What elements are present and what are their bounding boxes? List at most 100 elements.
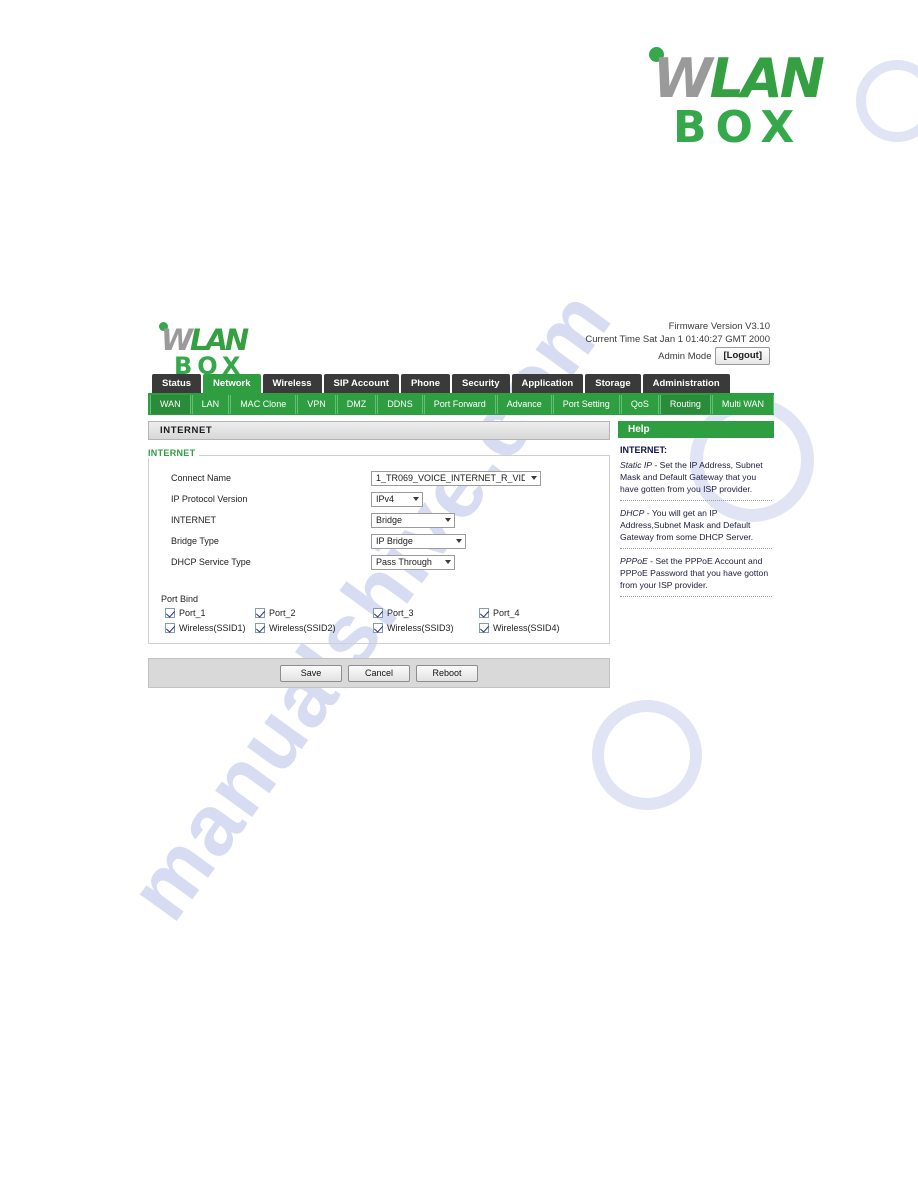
port-bind-checkbox-port_1[interactable]: Port_1: [165, 608, 255, 618]
help-static-ip: Static IP - Set the IP Address, Subnet M…: [620, 459, 772, 495]
checkbox-icon[interactable]: [165, 608, 175, 618]
form-row-bridge-type: Bridge Type IP Bridge: [159, 531, 599, 551]
port-bind-checkbox-port_4[interactable]: Port_4: [479, 608, 589, 618]
internet-label: INTERNET: [171, 515, 216, 525]
logo-wlan-text: WLAN: [161, 323, 249, 357]
firmware-version: Firmware Version V3.10: [668, 321, 770, 332]
checkbox-icon[interactable]: [165, 623, 175, 633]
checkbox-icon[interactable]: [479, 608, 489, 618]
port-bind-checkbox-wirelessssid2[interactable]: Wireless(SSID2): [255, 623, 373, 633]
action-button-bar: Save Cancel Reboot: [148, 658, 610, 688]
panel-title: INTERNET: [148, 421, 610, 440]
internet-value: Bridge: [376, 515, 403, 525]
subtab-advance[interactable]: Advance: [496, 394, 552, 414]
internet-fieldset: Connect Name 1_TR069_VOICE_INTERNET_R_VI…: [148, 455, 610, 644]
form-row-internet: INTERNET Bridge: [159, 510, 599, 530]
help-body: INTERNET: Static IP - Set the IP Address…: [618, 438, 774, 597]
subtab-lan[interactable]: LAN: [191, 394, 230, 414]
help-dhcp-term: DHCP: [620, 508, 645, 518]
sub-tab-bar: WAN LAN MAC Clone VPN DMZ DDNS Port Forward Adv…: [148, 393, 775, 415]
port-bind-label: Wireless(SSID3): [387, 623, 454, 633]
help-pppoe: PPPoE - Set the PPPoE Account and PPPoE …: [620, 555, 772, 591]
help-dhcp: DHCP - You will get an IP Address,Subnet…: [620, 507, 772, 543]
port-bind-checkbox-wirelessssid4[interactable]: Wireless(SSID4): [479, 623, 589, 633]
cancel-button[interactable]: Cancel: [348, 664, 410, 682]
ui-body: INTERNET INTERNET Connect Name 1_TR069_V…: [148, 415, 774, 688]
subtab-wan[interactable]: WAN: [150, 394, 191, 414]
port-bind-label: Wireless(SSID4): [493, 623, 560, 633]
reboot-button[interactable]: Reboot: [416, 664, 478, 682]
help-title: Help: [618, 421, 774, 438]
checkbox-icon[interactable]: [479, 623, 489, 633]
port-bind-label: Port_1: [179, 608, 206, 618]
form-row-connect-name: Connect Name 1_TR069_VOICE_INTERNET_R_VI…: [159, 468, 599, 488]
help-pppoe-term: PPPoE: [620, 556, 648, 566]
logo-box-text: BOX: [174, 352, 246, 380]
port-bind-label: Port_3: [387, 608, 414, 618]
help-divider: [620, 500, 772, 501]
subtab-port-forward[interactable]: Port Forward: [423, 394, 496, 414]
help-divider: [620, 548, 772, 549]
port-bind-checkbox-wirelessssid3[interactable]: Wireless(SSID3): [373, 623, 479, 633]
checkbox-icon[interactable]: [373, 623, 383, 633]
current-time: Current Time Sat Jan 1 01:40:27 GMT 2000: [585, 334, 770, 345]
admin-mode-row: Admin Mode [Logout]: [585, 347, 770, 365]
checkbox-icon[interactable]: [255, 608, 265, 618]
tab-wireless[interactable]: Wireless: [262, 374, 322, 393]
port-bind-checkbox-port_3[interactable]: Port_3: [373, 608, 479, 618]
connect-name-select[interactable]: 1_TR069_VOICE_INTERNET_R_VID_: [371, 470, 541, 486]
subtab-mac-clone[interactable]: MAC Clone: [230, 394, 297, 414]
subtab-multi-wan[interactable]: Multi WAN: [711, 394, 775, 414]
form-row-dhcp-service-type: DHCP Service Type Pass Through: [159, 552, 599, 572]
checkbox-icon[interactable]: [255, 623, 265, 633]
port-bind-label: Port_2: [269, 608, 296, 618]
ip-protocol-version-label: IP Protocol Version: [171, 494, 248, 504]
tab-sip-account[interactable]: SIP Account: [323, 374, 399, 393]
router-admin-ui: WLAN BOX Firmware Version V3.10 Current …: [148, 312, 775, 688]
watermark-ring: [592, 700, 702, 810]
admin-mode-label: Admin Mode: [658, 350, 712, 362]
chevron-down-icon: [531, 476, 537, 480]
page-logo: WLAN BOX: [645, 40, 825, 155]
bridge-type-label: Bridge Type: [171, 536, 219, 546]
form-row-ip-protocol-version: IP Protocol Version IPv4: [159, 489, 599, 509]
subtab-vpn[interactable]: VPN: [297, 394, 336, 414]
logout-button[interactable]: [Logout]: [715, 347, 770, 365]
help-panel: Help INTERNET: Static IP - Set the IP Ad…: [618, 421, 774, 688]
tab-administration[interactable]: Administration: [642, 374, 730, 393]
bridge-type-select[interactable]: IP Bridge: [371, 533, 466, 549]
save-button[interactable]: Save: [280, 664, 342, 682]
tab-application[interactable]: Application: [511, 374, 584, 393]
chevron-down-icon: [445, 560, 451, 564]
internet-select[interactable]: Bridge: [371, 512, 455, 528]
help-static-ip-term: Static IP: [620, 460, 652, 470]
ip-protocol-version-select[interactable]: IPv4: [371, 491, 423, 507]
subtab-ddns[interactable]: DDNS: [377, 394, 423, 414]
port-bind-label: Wireless(SSID2): [269, 623, 336, 633]
subtab-dmz[interactable]: DMZ: [336, 394, 377, 414]
port-bind-checkbox-port_2[interactable]: Port_2: [255, 608, 373, 618]
connect-name-value: 1_TR069_VOICE_INTERNET_R_VID_: [376, 473, 525, 483]
port-bind-label: Port_4: [493, 608, 520, 618]
subtab-port-setting[interactable]: Port Setting: [552, 394, 620, 414]
chevron-down-icon: [456, 539, 462, 543]
help-heading: INTERNET:: [620, 445, 667, 455]
tab-storage[interactable]: Storage: [585, 374, 641, 393]
logo-wlan-text: WLAN: [653, 47, 825, 110]
chevron-down-icon: [413, 497, 419, 501]
subtab-routing[interactable]: Routing: [659, 394, 711, 414]
dhcp-service-type-select[interactable]: Pass Through: [371, 554, 455, 570]
port-bind-checkbox-wirelessssid1[interactable]: Wireless(SSID1): [165, 623, 255, 633]
connect-name-label: Connect Name: [171, 473, 232, 483]
tab-phone[interactable]: Phone: [400, 374, 450, 393]
section-label: INTERNET: [148, 448, 200, 458]
subtab-qos[interactable]: QoS: [620, 394, 659, 414]
tab-security[interactable]: Security: [452, 374, 510, 393]
port-bind-grid: Port_1 Port_2 Port_3 Port_4 Wireless(SSID1) W…: [159, 608, 599, 633]
dhcp-service-type-value: Pass Through: [376, 557, 432, 567]
checkbox-icon[interactable]: [373, 608, 383, 618]
bridge-type-value: IP Bridge: [376, 536, 413, 546]
logo-box-text: BOX: [673, 102, 804, 153]
ip-protocol-version-value: IPv4: [376, 494, 395, 504]
ui-logo: WLAN BOX: [154, 316, 294, 380]
